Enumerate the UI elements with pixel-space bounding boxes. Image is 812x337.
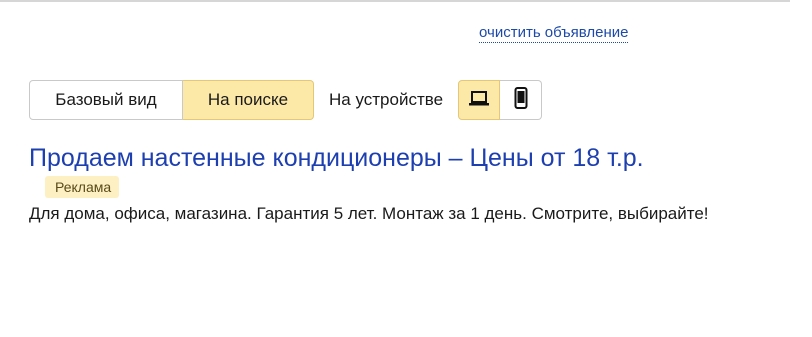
ad-description: Для дома, офиса, магазина. Гарантия 5 ле…	[29, 204, 709, 223]
laptop-icon	[468, 89, 490, 112]
smartphone-icon	[514, 86, 528, 114]
preview-controls: Базовый вид На поиске На устройстве	[29, 80, 543, 120]
clear-ad-link[interactable]: очистить объявление	[479, 24, 629, 43]
top-divider	[0, 0, 790, 2]
ad-badge: Реклама	[45, 176, 120, 198]
view-mode-search-button[interactable]: На поиске	[183, 80, 314, 120]
device-label: На устройстве	[329, 90, 444, 109]
view-mode-basic-button[interactable]: Базовый вид	[29, 80, 183, 120]
view-mode-switch: Базовый вид На поиске	[29, 80, 314, 120]
ad-title-link[interactable]: Продаем настенные кондиционеры – Цены от…	[29, 143, 644, 173]
device-mobile-button[interactable]	[500, 80, 543, 120]
device-desktop-button[interactable]	[458, 80, 501, 120]
device-switch	[458, 80, 543, 120]
